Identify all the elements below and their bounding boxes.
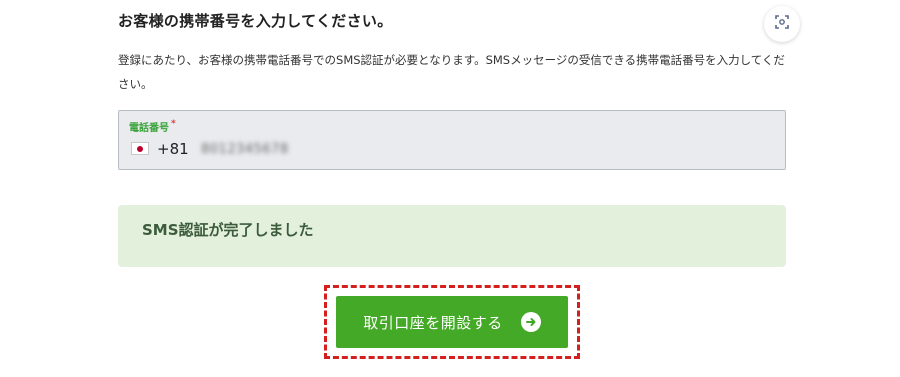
description-text: 登録にあたり、お客様の携帯電話番号でのSMS認証が必要となります。SMSメッセー… [118, 53, 785, 91]
open-account-button[interactable]: 取引口座を開設する [336, 296, 568, 348]
phone-number-input[interactable]: 8012345678 [201, 142, 289, 157]
page-heading: お客様の携帯番号を入力してください。 [118, 12, 393, 30]
scan-button[interactable] [764, 6, 800, 42]
required-mark: * [171, 119, 176, 129]
scan-icon [774, 14, 790, 34]
phone-label-text: 電話番号 [129, 123, 169, 134]
arrow-right-circle-icon [520, 312, 541, 332]
success-message: SMS認証が完了しました [142, 221, 314, 239]
sms-success-banner: SMS認証が完了しました [118, 205, 786, 267]
phone-field[interactable]: 電話番号 * +81 8012345678 [118, 110, 786, 170]
country-code: +81 [157, 140, 189, 158]
phone-label: 電話番号 * [129, 119, 176, 134]
japan-flag-icon[interactable] [131, 142, 149, 155]
open-account-label: 取引口座を開設する [363, 313, 503, 332]
